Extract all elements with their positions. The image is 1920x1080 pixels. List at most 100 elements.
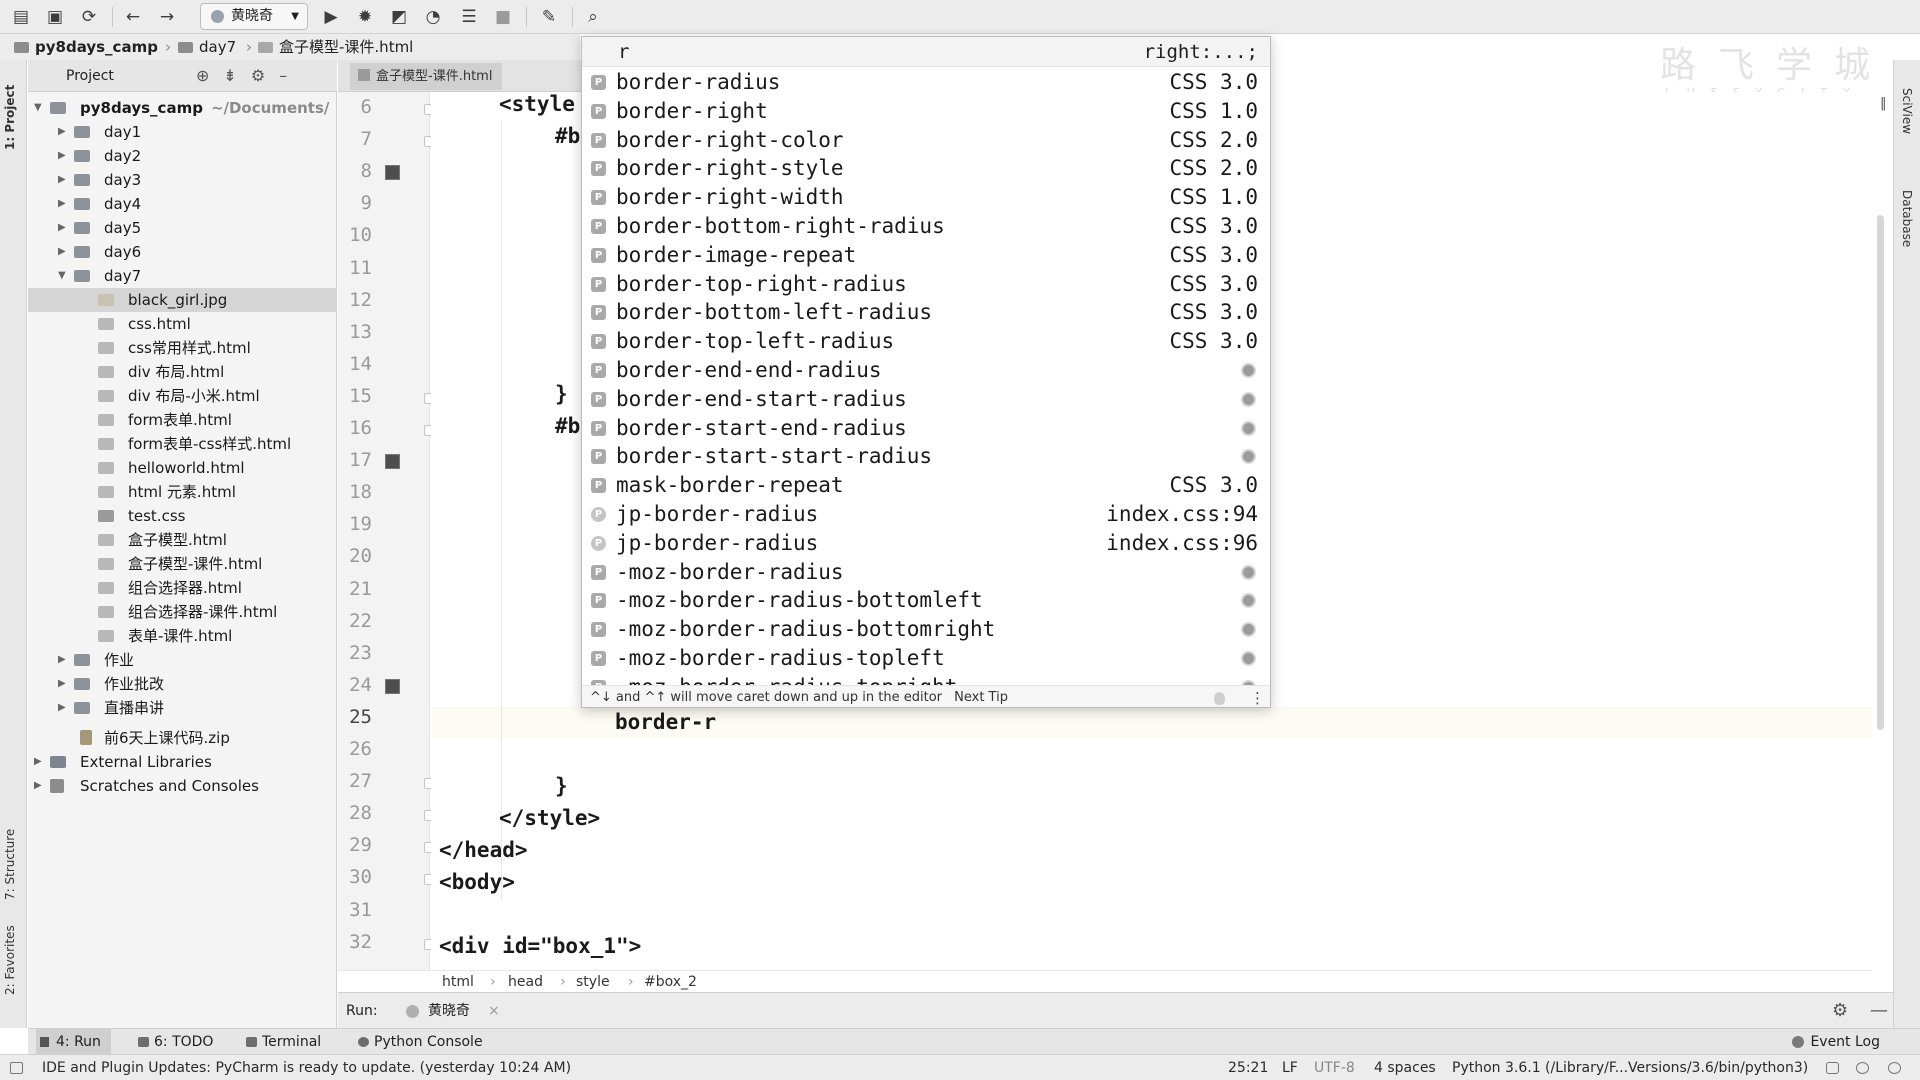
completion-item[interactable]: Pborder-end-start-radius	[582, 385, 1270, 414]
tree-file-5[interactable]: form表单.html	[28, 408, 337, 432]
tool-window-run[interactable]: 4: Run	[36, 1029, 111, 1055]
completion-item[interactable]: Pborder-right-width CSS 1.0	[582, 183, 1270, 212]
tree-file-8[interactable]: html 元素.html	[28, 480, 337, 504]
save-icon[interactable]: ▣	[42, 4, 68, 30]
breadcrumb-folder[interactable]: day7	[178, 34, 236, 60]
tree-file-12[interactable]: 组合选择器.html	[28, 576, 337, 600]
project-tool-tab[interactable]: 1: Project	[3, 85, 17, 150]
run-icon[interactable]: ▶	[318, 4, 344, 30]
run-panel-tab[interactable]: 黄晓奇	[406, 993, 470, 1029]
code-crumb-html[interactable]: html	[442, 971, 474, 993]
completion-item[interactable]: Pmask-border-repeat CSS 3.0	[582, 471, 1270, 500]
tree-file-14[interactable]: 表单-课件.html	[28, 624, 337, 648]
tree-file-2[interactable]: css常用样式.html	[28, 336, 337, 360]
completion-item[interactable]: P -moz-border-radius-topleft	[582, 644, 1270, 673]
color-swatch-icon[interactable]	[385, 454, 400, 470]
status-interpreter[interactable]: Python 3.6.1 (/Library/F...Versions/3.6/…	[1452, 1055, 1808, 1080]
tree-folder-day6[interactable]: ▶ day6	[28, 240, 337, 264]
sync-icon[interactable]: ⟳	[76, 4, 102, 30]
collapse-icon[interactable]: ⇟	[223, 66, 250, 85]
minimize-icon[interactable]: —	[1870, 993, 1888, 1029]
completion-item[interactable]: Pborder-start-start-radius	[582, 442, 1270, 471]
status-indent[interactable]: 4 spaces	[1374, 1055, 1436, 1080]
lock-icon[interactable]	[1826, 1062, 1839, 1074]
settings-wrench-icon[interactable]: ✎	[536, 4, 562, 30]
back-icon[interactable]: ←	[120, 4, 146, 30]
tree-folder-extra-1[interactable]: ▶ 作业批改	[28, 672, 337, 696]
expand-arrow-icon[interactable]: ▶	[58, 144, 66, 168]
completion-item[interactable]: Pjp-border-radius index.css:94	[582, 500, 1270, 529]
tree-folder-day7[interactable]: ▼ day7	[28, 264, 337, 288]
tool-window-terminal[interactable]: Terminal	[242, 1029, 321, 1055]
completion-item[interactable]: Pborder-radius CSS 3.0	[582, 68, 1270, 97]
expand-arrow-icon[interactable]: ▶	[34, 750, 42, 774]
tree-scratches[interactable]: ▶ Scratches and Consoles	[28, 774, 337, 798]
expand-arrow-icon[interactable]: ▶	[34, 774, 42, 798]
expand-arrow-icon[interactable]: ▶	[58, 240, 66, 264]
tool-window-event-log[interactable]: Event Log	[1790, 1029, 1880, 1055]
code-crumb-head[interactable]: head	[508, 971, 543, 993]
tree-zip-file[interactable]: 前6天上课代码.zip	[28, 726, 337, 750]
completion-item[interactable]: Pborder-right-color CSS 2.0	[582, 126, 1270, 155]
tree-file-4[interactable]: div 布局-小米.html	[28, 384, 337, 408]
structure-tool-tab[interactable]: 7: Structure	[3, 829, 17, 900]
more-options-icon[interactable]: ⋮	[1250, 686, 1265, 707]
tree-file-6[interactable]: form表单-css样式.html	[28, 432, 337, 456]
lightbulb-icon[interactable]	[1214, 692, 1225, 705]
completion-item[interactable]: Pborder-bottom-left-radius CSS 3.0	[582, 298, 1270, 327]
profile-icon[interactable]: ◔	[420, 4, 446, 30]
completion-item[interactable]: Pborder-bottom-right-radius CSS 3.0	[582, 212, 1270, 241]
completion-item[interactable]: P -moz-border-radius-bottomright	[582, 615, 1270, 644]
expand-arrow-icon[interactable]: ▼	[58, 264, 66, 288]
status-encoding[interactable]: UTF-8	[1314, 1055, 1355, 1080]
debug-icon[interactable]: ✹	[352, 4, 378, 30]
completion-item[interactable]: Pborder-right-style CSS 2.0	[582, 154, 1270, 183]
run-configuration-selector[interactable]: 黄晓奇 ▼	[200, 3, 308, 30]
expand-arrow-icon[interactable]: ▶	[58, 192, 66, 216]
inspection-pause-icon[interactable]: ‖	[1880, 96, 1887, 111]
tree-folder-day2[interactable]: ▶ day2	[28, 144, 337, 168]
completion-item[interactable]: Pborder-right CSS 1.0	[582, 97, 1270, 126]
code-crumb-style[interactable]: style	[576, 971, 610, 993]
tree-file-9[interactable]: test.css	[28, 504, 337, 528]
completion-item[interactable]: Pborder-image-repeat CSS 3.0	[582, 241, 1270, 270]
tool-window-todo[interactable]: 6: TODO	[134, 1029, 213, 1055]
project-view-selector[interactable]: Project	[66, 68, 114, 84]
completion-item[interactable]: Pborder-end-end-radius	[582, 356, 1270, 385]
tree-folder-day1[interactable]: ▶ day1	[28, 120, 337, 144]
expand-arrow-icon[interactable]: ▶	[58, 168, 66, 192]
tree-folder-day3[interactable]: ▶ day3	[28, 168, 337, 192]
notifications-icon[interactable]	[1888, 1062, 1901, 1074]
tree-file-11[interactable]: 盒子模型-课件.html	[28, 552, 337, 576]
expand-arrow-icon[interactable]: ▶	[58, 648, 66, 672]
status-line-separator[interactable]: LF	[1282, 1055, 1298, 1080]
gear-icon[interactable]: ⚙	[1832, 993, 1848, 1029]
tree-file-0[interactable]: black_girl.jpg	[28, 288, 337, 312]
color-swatch-icon[interactable]	[385, 678, 400, 694]
breadcrumb-file[interactable]: 盒子模型-课件.html	[258, 34, 413, 60]
concurrency-icon[interactable]: ☰	[456, 4, 482, 30]
editor-tab-file[interactable]: 盒子模型-课件.html	[350, 63, 503, 90]
forward-icon[interactable]: →	[154, 4, 180, 30]
status-caret-position[interactable]: 25:21	[1228, 1055, 1268, 1080]
tree-root[interactable]: ▼ py8days_camp ~/Documents/	[28, 96, 337, 120]
sciview-tool-tab[interactable]: SciView	[1900, 88, 1914, 134]
expand-arrow-icon[interactable]: ▶	[58, 216, 66, 240]
expand-arrow-icon[interactable]: ▶	[58, 672, 66, 696]
open-folder-icon[interactable]: ▤	[8, 4, 34, 30]
tree-folder-day4[interactable]: ▶ day4	[28, 192, 337, 216]
editor-scrollbar[interactable]	[1877, 215, 1884, 730]
completion-item[interactable]: P -moz-border-radius-bottomleft	[582, 586, 1270, 615]
tool-window-python-console[interactable]: Python Console	[354, 1029, 483, 1055]
expand-arrow-icon[interactable]: ▼	[34, 96, 42, 120]
search-icon[interactable]: ⌕	[580, 4, 606, 30]
tree-file-13[interactable]: 组合选择器-课件.html	[28, 600, 337, 624]
favorites-tool-tab[interactable]: 2: Favorites	[3, 925, 17, 995]
status-message[interactable]: IDE and Plugin Updates: PyCharm is ready…	[42, 1055, 571, 1080]
tree-file-10[interactable]: 盒子模型.html	[28, 528, 337, 552]
tree-file-7[interactable]: helloworld.html	[28, 456, 337, 480]
stop-icon[interactable]: ■	[490, 4, 516, 30]
inspector-icon[interactable]	[1856, 1062, 1869, 1074]
color-swatch-icon[interactable]	[385, 165, 400, 181]
completion-item[interactable]: Pborder-top-right-radius CSS 3.0	[582, 270, 1270, 299]
